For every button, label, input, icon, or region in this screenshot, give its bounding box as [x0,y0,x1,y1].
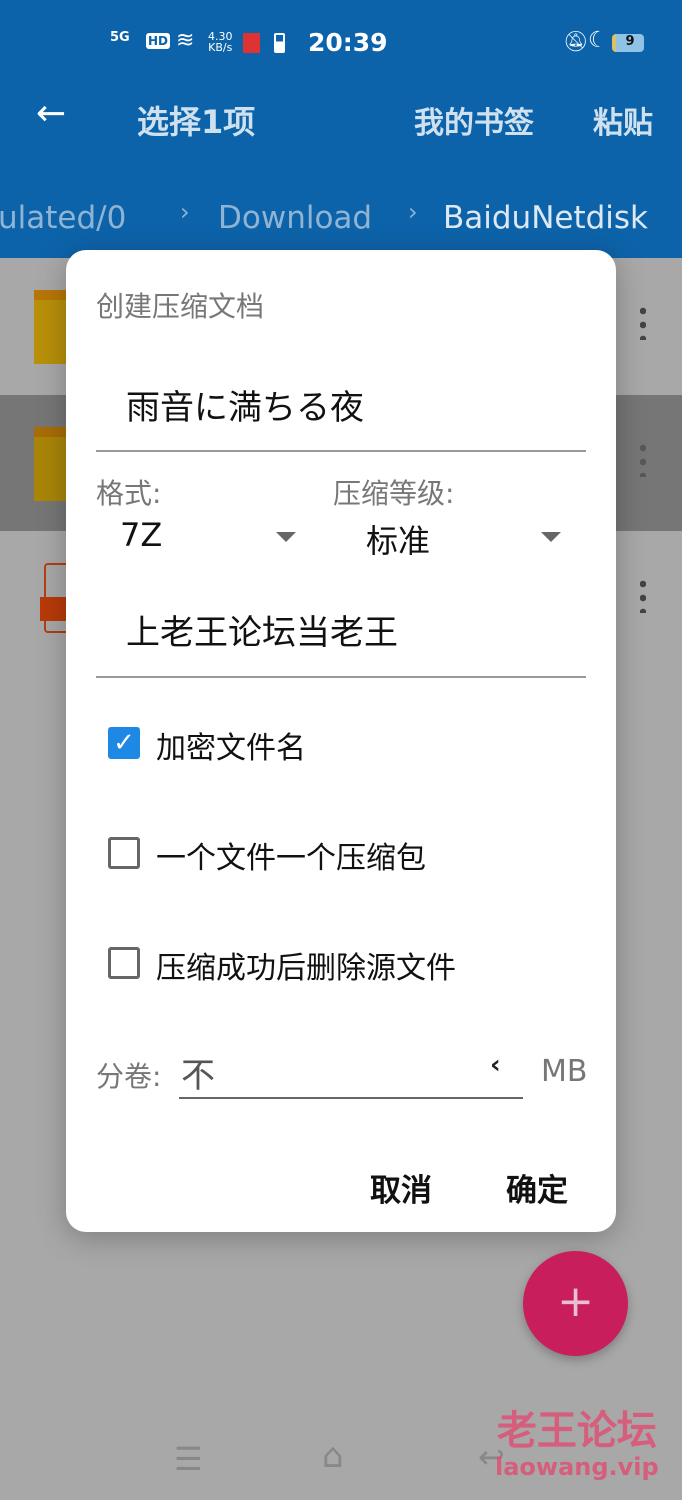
bookmarks-button[interactable]: 我的书签 [414,98,534,142]
split-unit-dropdown-icon[interactable]: ‹ [490,1050,501,1080]
split-input[interactable]: 不 [181,1048,215,1097]
level-value: 标准 [366,522,431,560]
split-unit: MB [541,1054,588,1089]
dropdown-arrow-icon [541,532,561,542]
filename-input[interactable]: 雨音に満ちる夜 [126,380,364,429]
breadcrumb-item[interactable]: Download [218,200,372,236]
level-label: 压缩等级: [333,477,455,510]
checkbox-icon [108,837,140,869]
option-label: 压缩成功后删除源文件 [156,951,456,986]
moon-icon: ☾ [588,28,608,53]
chevron-right-icon: › [180,198,190,226]
option-label: 一个文件一个压缩包 [156,841,426,876]
watermark-title: 老王论坛 [496,1408,657,1454]
hd-icon: HD [146,33,171,49]
checkbox-icon [108,947,140,979]
battery-saver-icon [274,33,285,53]
format-label: 格式: [96,477,162,510]
watermark-url: laowang.vip [495,1453,659,1481]
format-value: 7Z [120,516,163,554]
toolbar: ← 选择1项 我的书签 粘贴 [0,85,682,170]
status-bar: 5G HD ≋ 4.30 KB/s 20:39 🔕︎ ☾ 9 [0,0,682,85]
encrypt-filenames-checkbox[interactable]: ✓ 加密文件名 [106,720,506,770]
chevron-right-icon: › [408,198,418,226]
cancel-button[interactable]: 取消 [370,1165,432,1210]
signal-icon: 5G [110,30,130,45]
split-underline [179,1097,523,1099]
more-icon[interactable] [640,441,646,477]
page-title: 选择1项 [137,103,256,141]
speed: 4.30 KB/s [208,31,233,53]
one-archive-per-file-checkbox[interactable]: 一个文件一个压缩包 [106,830,506,880]
wifi-icon: ≋ [176,28,195,53]
ok-button[interactable]: 确定 [506,1165,568,1210]
dialog-title: 创建压缩文档 [96,290,265,323]
password-input[interactable]: 上老王论坛当老王 [126,605,398,654]
divider [96,676,586,678]
app-notification-icon [243,33,260,53]
speed-unit: KB/s [208,41,233,54]
dropdown-arrow-icon [276,532,296,542]
breadcrumb: ulated/0 › Download › BaiduNetdisk [0,170,682,258]
add-fab[interactable]: + [523,1251,628,1356]
nav-home-icon[interactable]: ⌂ [322,1436,344,1476]
clock: 20:39 [308,28,388,57]
breadcrumb-item[interactable]: ulated/0 [0,200,126,236]
checkbox-checked-icon: ✓ [108,727,140,759]
split-label: 分卷: [96,1060,162,1093]
nav-menu-icon[interactable]: ☰ [174,1440,203,1478]
paste-button[interactable]: 粘贴 [593,98,653,142]
option-label: 加密文件名 [156,731,306,766]
more-icon[interactable] [640,304,646,340]
back-icon[interactable]: ← [36,93,66,134]
divider [96,450,586,452]
battery-icon: 9 [612,34,644,52]
delete-source-checkbox[interactable]: 压缩成功后删除源文件 [106,940,526,990]
level-select[interactable]: 标准 [333,512,573,562]
create-archive-dialog: 创建压缩文档 雨音に満ちる夜 格式: 压缩等级: 7Z 标准 上老王论坛当老王 … [66,250,616,1232]
watermark-logo: 老王论坛 laowang.vip [495,1408,659,1480]
format-select[interactable]: 7Z [96,512,306,562]
breadcrumb-item[interactable]: BaiduNetdisk [443,200,648,236]
more-icon[interactable] [640,577,646,613]
mute-icon: 🔕︎ [563,29,589,53]
